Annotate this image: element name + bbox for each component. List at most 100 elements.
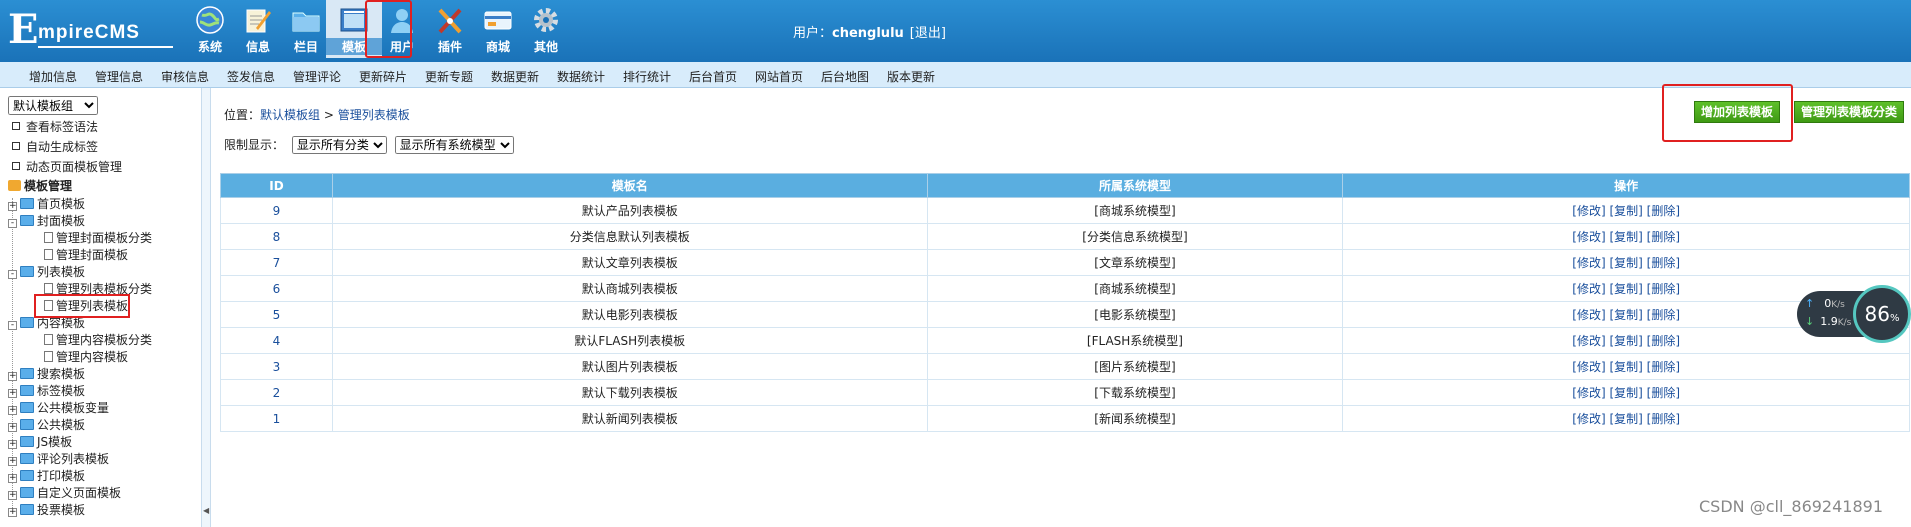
collapse-icon[interactable]: - — [8, 219, 17, 228]
submenu-item[interactable]: 数据统计 — [557, 68, 605, 85]
left-sidebar: 默认模板组 查看标签语法 自动生成标签 动态页面模板管理 模板管理 + 首页模板 … — [0, 88, 202, 527]
edit-link[interactable]: [修改] — [1572, 334, 1605, 348]
copy-link[interactable]: [复制] — [1609, 256, 1642, 270]
submenu-item[interactable]: 签发信息 — [227, 68, 275, 85]
delete-link[interactable]: [删除] — [1647, 204, 1680, 218]
submenu-item[interactable]: 审核信息 — [161, 68, 209, 85]
copy-link[interactable]: [复制] — [1609, 230, 1642, 244]
logout-link[interactable]: [退出] — [910, 26, 946, 41]
tree-node-content-manage[interactable]: 管理内容模板 — [44, 348, 128, 365]
model-filter-select[interactable]: 显示所有系统模型 — [394, 136, 514, 154]
edit-link[interactable]: [修改] — [1572, 360, 1605, 374]
id-link[interactable]: 9 — [273, 204, 281, 218]
delete-link[interactable]: [删除] — [1647, 334, 1680, 348]
expand-icon[interactable]: + — [8, 406, 17, 415]
submenu-item[interactable]: 数据更新 — [491, 68, 539, 85]
expand-icon[interactable]: + — [8, 440, 17, 449]
empirecms-logo[interactable]: E mpireCMS — [8, 8, 173, 52]
delete-link[interactable]: [删除] — [1647, 282, 1680, 296]
tree-node-list[interactable]: - 列表模板 — [8, 263, 85, 280]
tree-node-public[interactable]: + 公共模板 — [8, 416, 85, 433]
edit-link[interactable]: [修改] — [1572, 204, 1605, 218]
expand-icon[interactable]: + — [8, 389, 17, 398]
id-link[interactable]: 3 — [273, 360, 281, 374]
delete-link[interactable]: [删除] — [1647, 230, 1680, 244]
expand-icon[interactable]: + — [8, 457, 17, 466]
usage-unit: % — [1889, 313, 1900, 324]
submenu-item[interactable]: 网站首页 — [755, 68, 803, 85]
collapse-arrow-icon[interactable]: ◀ — [203, 506, 209, 515]
breadcrumb-sep: > — [320, 108, 338, 122]
copy-link[interactable]: [复制] — [1609, 360, 1642, 374]
copy-link[interactable]: [复制] — [1609, 412, 1642, 426]
edit-link[interactable]: [修改] — [1572, 282, 1605, 296]
breadcrumb-group-link[interactable]: 默认模板组 — [260, 108, 320, 122]
tree-node-home[interactable]: + 首页模板 — [8, 195, 85, 212]
edit-link[interactable]: [修改] — [1572, 256, 1605, 270]
id-link[interactable]: 1 — [273, 412, 281, 426]
collapse-icon[interactable]: - — [8, 270, 17, 279]
expand-icon[interactable]: + — [8, 474, 17, 483]
add-list-template-button[interactable]: 增加列表模板 — [1694, 101, 1781, 123]
manage-list-template-class-button[interactable]: 管理列表模板分类 — [1794, 101, 1905, 123]
edit-link[interactable]: [修改] — [1572, 308, 1605, 322]
submenu-item[interactable]: 管理信息 — [95, 68, 143, 85]
delete-link[interactable]: [删除] — [1647, 256, 1680, 270]
id-link[interactable]: 5 — [273, 308, 281, 322]
delete-link[interactable]: [删除] — [1647, 386, 1680, 400]
submenu-item[interactable]: 后台首页 — [689, 68, 737, 85]
submenu-item[interactable]: 更新专题 — [425, 68, 473, 85]
id-link[interactable]: 2 — [273, 386, 281, 400]
submenu-item[interactable]: 管理评论 — [293, 68, 341, 85]
sidebar-collapse-bar[interactable]: ◀ — [202, 88, 211, 527]
copy-link[interactable]: [复制] — [1609, 334, 1642, 348]
edit-link[interactable]: [修改] — [1572, 386, 1605, 400]
expand-icon[interactable]: + — [8, 491, 17, 500]
cell-model: [新闻系统模型] — [926, 405, 1344, 432]
cell-name: 默认文章列表模板 — [331, 249, 928, 276]
submenu-item[interactable]: 版本更新 — [887, 68, 935, 85]
copy-link[interactable]: [复制] — [1609, 308, 1642, 322]
id-link[interactable]: 8 — [273, 230, 281, 244]
copy-link[interactable]: [复制] — [1609, 204, 1642, 218]
tree-node-js[interactable]: + JS模板 — [8, 433, 72, 450]
tree-node-search[interactable]: + 搜索模板 — [8, 365, 85, 382]
copy-link[interactable]: [复制] — [1609, 386, 1642, 400]
submenu-item[interactable]: 更新碎片 — [359, 68, 407, 85]
delete-link[interactable]: [删除] — [1647, 412, 1680, 426]
breadcrumb-page-link[interactable]: 管理列表模板 — [338, 108, 410, 122]
delete-link[interactable]: [删除] — [1647, 360, 1680, 374]
nav-other[interactable]: 其他 — [518, 0, 574, 58]
delete-link[interactable]: [删除] — [1647, 308, 1680, 322]
tree-node-cover[interactable]: - 封面模板 — [8, 212, 85, 229]
tree-node-public-var[interactable]: + 公共模板变量 — [8, 399, 109, 416]
tree-node-comment[interactable]: + 评论列表模板 — [8, 450, 109, 467]
expand-icon[interactable]: + — [8, 423, 17, 432]
tree-node-cover-class[interactable]: 管理封面模板分类 — [44, 229, 152, 246]
expand-icon[interactable]: + — [8, 508, 17, 517]
tree-node-vote[interactable]: + 投票模板 — [8, 501, 85, 518]
expand-icon[interactable]: + — [8, 372, 17, 381]
tree-node-custom-page[interactable]: + 自定义页面模板 — [8, 484, 121, 501]
tree-node-content-class[interactable]: 管理内容模板分类 — [44, 331, 152, 348]
expand-icon[interactable]: + — [8, 202, 17, 211]
submenu-item[interactable]: 后台地图 — [821, 68, 869, 85]
tree-node-cover-manage[interactable]: 管理封面模板 — [44, 246, 128, 263]
tree-node-print[interactable]: + 打印模板 — [8, 467, 85, 484]
network-speed-widget[interactable]: ↑ 0K/s ↓ 1.9K/s 86% — [1797, 285, 1911, 343]
submenu-item[interactable]: 排行统计 — [623, 68, 671, 85]
id-link[interactable]: 6 — [273, 282, 281, 296]
id-link[interactable]: 4 — [273, 334, 281, 348]
quick-link-autotag[interactable]: 自动生成标签 — [12, 138, 98, 155]
edit-link[interactable]: [修改] — [1572, 230, 1605, 244]
id-link[interactable]: 7 — [273, 256, 281, 270]
edit-link[interactable]: [修改] — [1572, 412, 1605, 426]
copy-link[interactable]: [复制] — [1609, 282, 1642, 296]
template-group-select[interactable]: 默认模板组 — [8, 96, 98, 115]
tree-node-tag[interactable]: + 标签模板 — [8, 382, 85, 399]
quick-link-syntax[interactable]: 查看标签语法 — [12, 118, 98, 135]
collapse-icon[interactable]: - — [8, 321, 17, 330]
quick-link-dynamic[interactable]: 动态页面模板管理 — [12, 158, 122, 175]
submenu-item[interactable]: 增加信息 — [29, 68, 77, 85]
class-filter-select[interactable]: 显示所有分类 — [291, 136, 387, 154]
